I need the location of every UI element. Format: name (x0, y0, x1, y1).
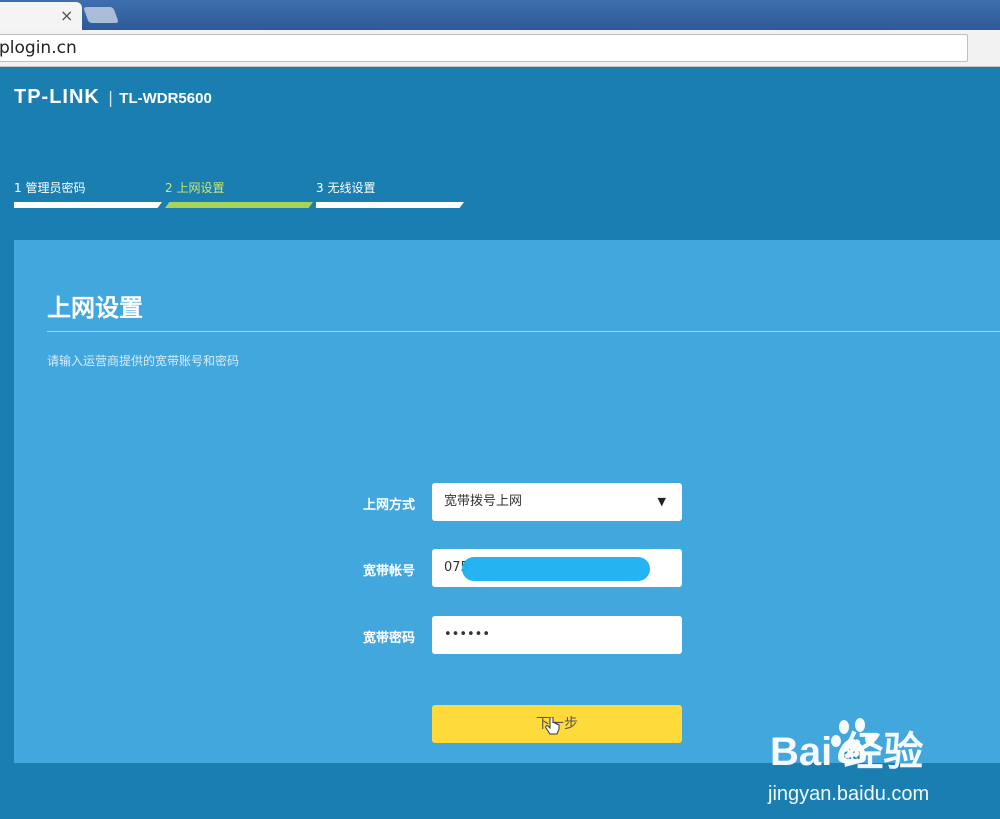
close-icon[interactable]: × (60, 6, 73, 25)
step-progress-bar (316, 202, 464, 208)
router-page: TP-LINK | TL-WDR5600 1 管理员密码 2 上网设置 3 无线设置… (0, 67, 1000, 805)
url-field[interactable]: plogin.cn (0, 34, 968, 62)
browser-tab-bar: × (0, 0, 1000, 30)
address-bar: plogin.cn (0, 30, 1000, 67)
tp-link-logo: TP-LINK (14, 86, 100, 108)
step-admin-password: 1 管理员密码 (14, 179, 162, 208)
step-wireless-settings: 3 无线设置 (316, 179, 464, 208)
watermark-url: jingyan.baidu.com (768, 783, 930, 805)
new-tab-button[interactable] (83, 7, 119, 23)
internet-settings-panel: 上网设置 请输入运营商提供的宽带账号和密码 上网方式 宽带拨号上网 ▼ 宽带帐号… (14, 240, 1000, 763)
redaction-mark (462, 557, 650, 581)
step-label: 3 无线设置 (316, 181, 376, 195)
brand-header: TP-LINK | TL-WDR5600 (14, 86, 212, 109)
connection-mode-value: 宽带拨号上网 (444, 494, 523, 509)
step-label: 2 上网设置 (165, 181, 225, 195)
baidu-jingyan-watermark: du Bai 经验 jingyan.baidu.com (766, 718, 986, 819)
step-progress-bar (14, 202, 162, 208)
page-title: 上网设置 (47, 294, 143, 322)
setup-steps: 1 管理员密码 2 上网设置 3 无线设置 (14, 179, 469, 211)
step-internet-settings: 2 上网设置 (165, 179, 313, 208)
dropdown-arrow-icon: ▼ (657, 495, 666, 508)
step-label: 1 管理员密码 (14, 181, 86, 195)
account-label: 宽带帐号 (362, 564, 415, 579)
account-input[interactable]: 075 (432, 549, 682, 587)
url-text: plogin.cn (0, 38, 77, 58)
password-label: 宽带密码 (362, 631, 415, 646)
connection-mode-select[interactable]: 宽带拨号上网 ▼ (432, 483, 682, 521)
watermark-logo: Bai 经验 (770, 730, 924, 774)
title-divider (47, 331, 1000, 332)
password-input[interactable]: •••••• (432, 616, 682, 654)
step-progress-bar (165, 202, 313, 208)
password-value: •••••• (444, 627, 491, 642)
browser-tab[interactable]: × (0, 2, 82, 30)
instruction-text: 请输入运营商提供的宽带账号和密码 (47, 354, 240, 368)
connection-mode-label: 上网方式 (362, 498, 415, 513)
model-name: TL-WDR5600 (119, 90, 212, 107)
brand-separator: | (107, 88, 114, 107)
hand-cursor-icon (545, 717, 560, 735)
